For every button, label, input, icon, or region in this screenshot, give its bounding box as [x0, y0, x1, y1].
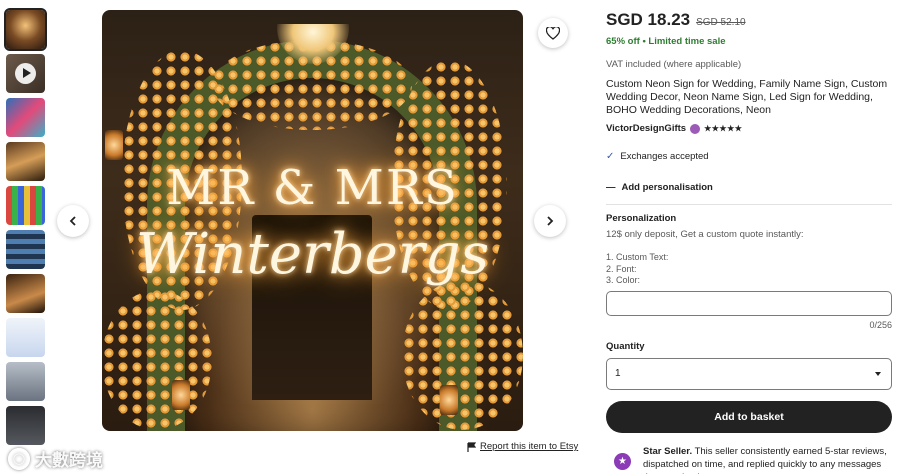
- main-product-image[interactable]: MR & MRS Winterbergs: [102, 10, 523, 431]
- quantity-select[interactable]: 1: [606, 357, 892, 390]
- rating-stars: ★★★★★: [704, 124, 743, 133]
- thumbnail-5[interactable]: [6, 186, 45, 225]
- check-icon: ✓: [606, 151, 615, 162]
- previous-image-button[interactable]: [57, 205, 89, 237]
- next-image-button[interactable]: [534, 205, 566, 237]
- listing-title: Custom Neon Sign for Wedding, Family Nam…: [606, 78, 888, 116]
- quantity-value: 1: [615, 368, 621, 379]
- personalization-fields-list: 1. Custom Text: 2. Font: 3. Color:: [606, 252, 892, 287]
- heart-icon: [546, 26, 560, 40]
- current-price: SGD 18.23: [606, 10, 691, 29]
- thumbnail-1[interactable]: [4, 8, 47, 51]
- quantity-label: Quantity: [606, 340, 645, 352]
- minus-icon: —: [606, 182, 616, 193]
- thumbnail-10[interactable]: [6, 406, 45, 445]
- deal-info: 65% off • Limited time sale: [606, 36, 892, 47]
- watermark-text: 大數跨境: [35, 451, 103, 471]
- divider: [606, 204, 892, 205]
- lantern: [172, 380, 190, 410]
- price-row: SGD 18.23 SGD 52.10: [606, 10, 892, 30]
- caret-down-icon: [875, 371, 881, 376]
- lantern: [105, 130, 123, 160]
- add-personalisation-label: Add personalisation: [621, 182, 713, 193]
- report-item-link[interactable]: Report this item to Etsy: [467, 441, 578, 452]
- add-personalisation-toggle[interactable]: — Add personalisation: [606, 182, 892, 193]
- personalization-line-1: 1. Custom Text:: [606, 252, 669, 262]
- chevron-left-icon: [69, 216, 76, 226]
- personalization-heading: Personalization: [606, 213, 677, 224]
- thumbnail-strip: [4, 8, 47, 450]
- listing-panel: SGD 18.23 SGD 52.10 65% off • Limited ti…: [606, 10, 892, 474]
- add-to-basket-button[interactable]: Add to basket: [606, 400, 892, 433]
- flag-icon: [467, 441, 476, 452]
- star-seller-icon: ★: [614, 452, 631, 470]
- personalization-line-3: 3. Color:: [606, 275, 641, 285]
- star-seller-title: Star Seller.: [643, 445, 693, 457]
- shop-name: VictorDesignGifts: [606, 123, 687, 134]
- thumbnail-4[interactable]: [6, 142, 45, 181]
- flower-cluster: [102, 290, 212, 430]
- star-seller-info: ★ Star Seller. This seller consistently …: [606, 445, 892, 474]
- original-price: SGD 52.10: [696, 17, 746, 28]
- shop-link[interactable]: VictorDesignGifts ★★★★★: [606, 123, 892, 134]
- star-seller-text: Star Seller. This seller consistently ea…: [643, 445, 892, 474]
- chevron-right-icon: [547, 216, 554, 226]
- lantern: [440, 385, 458, 415]
- thumbnail-video[interactable]: [6, 54, 45, 93]
- watermark: ◯ 大數跨境: [8, 446, 103, 471]
- vat-note: VAT included (where applicable): [606, 59, 742, 70]
- thumbnail-3[interactable]: [6, 98, 45, 137]
- neon-text-line2: Winterbergs: [135, 222, 490, 287]
- personalization-input[interactable]: [606, 290, 892, 316]
- neon-text-line1: MR & MRS: [166, 160, 459, 216]
- thumbnail-9[interactable]: [6, 362, 45, 401]
- report-item-label: Report this item to Etsy: [480, 441, 579, 452]
- flower-cluster: [402, 280, 523, 430]
- thumbnail-8[interactable]: [6, 318, 45, 357]
- personalization-instructions: 12$ only deposit, Get a custom quote ins…: [606, 229, 804, 240]
- exchanges-text: Exchanges accepted: [620, 151, 709, 162]
- play-icon: [15, 63, 36, 84]
- deal-label: Limited time sale: [648, 36, 726, 47]
- discount-text: 65% off: [606, 36, 640, 47]
- thumbnail-7[interactable]: [6, 274, 45, 313]
- exchanges-row: ✓ Exchanges accepted: [606, 151, 892, 162]
- thumbnail-6[interactable]: [6, 230, 45, 269]
- character-counter: 0/256: [869, 319, 892, 330]
- watermark-logo-icon: ◯: [8, 447, 30, 470]
- personalization-line-2: 2. Font:: [606, 263, 637, 274]
- star-seller-badge-icon: [690, 123, 701, 134]
- favorite-button[interactable]: [538, 18, 568, 48]
